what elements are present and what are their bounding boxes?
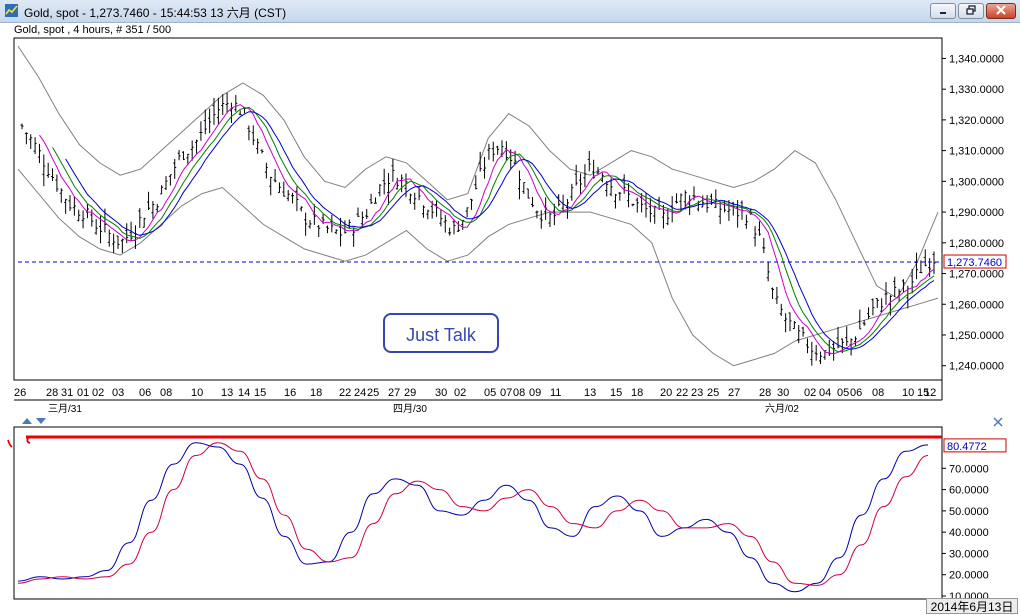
time-tick-label: 27 bbox=[388, 387, 400, 399]
price-tick-label: 1,340.0000 bbox=[949, 53, 1004, 65]
price-tick-label: 1,310.0000 bbox=[949, 146, 1004, 158]
just-talk-annotation[interactable]: Just Talk bbox=[383, 313, 499, 353]
time-tick-label: 22 bbox=[339, 387, 351, 399]
oscillator-last-label: 80.4772 bbox=[947, 441, 987, 453]
bollinger-upper-band bbox=[17, 45, 939, 299]
time-tick-label: 13 bbox=[584, 387, 596, 399]
oscillator-tick-label: 50.0000 bbox=[949, 506, 989, 518]
oscillator-series-1 bbox=[17, 442, 929, 593]
time-tick-label: 10 bbox=[191, 387, 203, 399]
time-tick-label: 26 bbox=[14, 387, 26, 399]
oscillator-tick-label: 70.0000 bbox=[949, 463, 989, 475]
time-tick-label: 24 bbox=[354, 387, 366, 399]
time-tick-label: 23 bbox=[691, 387, 703, 399]
time-tick-label: 28 bbox=[759, 387, 771, 399]
time-tick-label: 22 bbox=[676, 387, 688, 399]
time-tick-label: 08 bbox=[513, 387, 525, 399]
time-tick-label: 11 bbox=[550, 387, 561, 399]
time-tick-label: 15 bbox=[917, 387, 929, 399]
time-tick-label: 06 bbox=[850, 387, 862, 399]
time-tick-label: 25 bbox=[707, 387, 719, 399]
time-tick-label: 15 bbox=[254, 387, 266, 399]
oscillator-tick-label: 40.0000 bbox=[949, 527, 989, 539]
price-tick-label: 1,290.0000 bbox=[949, 207, 1004, 219]
time-tick-label: 03 bbox=[112, 387, 124, 399]
time-tick-label: 18 bbox=[310, 387, 322, 399]
price-tick-label: 1,250.0000 bbox=[949, 330, 1004, 342]
oscillator-tick-label: 30.0000 bbox=[949, 548, 989, 560]
time-tick-label: 05 bbox=[837, 387, 849, 399]
time-tick-label: 31 bbox=[61, 387, 73, 399]
price-tick-label: 1,330.0000 bbox=[949, 84, 1004, 96]
time-tick-label: 29 bbox=[404, 387, 416, 399]
time-tick-label: 04 bbox=[819, 387, 831, 399]
price-tick-label: 1,270.0000 bbox=[949, 269, 1004, 281]
time-tick-label: 10 bbox=[902, 387, 914, 399]
oscillator-tick-label: 20.0000 bbox=[949, 570, 989, 582]
time-tick-label: 01 bbox=[77, 387, 89, 399]
time-tick-label: 08 bbox=[872, 387, 884, 399]
month-label: 三月/31 bbox=[48, 403, 82, 415]
price-tick-label: 1,260.0000 bbox=[949, 299, 1004, 311]
date-tooltip: 2014年6月13日 bbox=[926, 598, 1018, 614]
time-tick-label: 20 bbox=[660, 387, 672, 399]
oscillator-series-2 bbox=[17, 442, 929, 586]
time-tick-label: 27 bbox=[728, 387, 740, 399]
time-tick-label: 08 bbox=[160, 387, 172, 399]
scroll-up-arrow-icon[interactable] bbox=[22, 418, 32, 424]
time-tick-label: 13 bbox=[221, 387, 233, 399]
reference-level-hook bbox=[7, 437, 31, 448]
time-tick-label: 05 bbox=[484, 387, 496, 399]
panel-close-icon[interactable] bbox=[993, 417, 1003, 427]
time-tick-label: 25 bbox=[367, 387, 379, 399]
last-price-label: 1,273.7460 bbox=[947, 257, 1002, 269]
time-tick-label: 02 bbox=[804, 387, 816, 399]
price-tick-label: 1,240.0000 bbox=[949, 361, 1004, 373]
time-tick-label: 14 bbox=[238, 387, 250, 399]
price-tick-label: 1,280.0000 bbox=[949, 238, 1004, 250]
time-tick-label: 16 bbox=[284, 387, 296, 399]
time-tick-label: 18 bbox=[631, 387, 643, 399]
time-tick-label: 06 bbox=[139, 387, 151, 399]
time-tick-label: 02 bbox=[92, 387, 104, 399]
time-tick-label: 09 bbox=[529, 387, 541, 399]
scroll-down-arrow-icon[interactable] bbox=[36, 418, 46, 424]
time-tick-label: 02 bbox=[454, 387, 466, 399]
chart-canvas[interactable]: 1,273.7460 1,240.0000 1,250.0000 1,260.000… bbox=[0, 0, 1020, 615]
price-tick-label: 1,320.0000 bbox=[949, 115, 1004, 127]
oscillator-tick-label: 60.0000 bbox=[949, 485, 989, 497]
month-label: 四月/30 bbox=[393, 403, 427, 415]
oscillator-panel-frame bbox=[13, 426, 943, 600]
time-tick-label: 07 bbox=[500, 387, 512, 399]
time-tick-label: 15 bbox=[610, 387, 622, 399]
month-label: 六月/02 bbox=[765, 403, 799, 415]
time-tick-label: 30 bbox=[435, 387, 447, 399]
price-tick-label: 1,300.0000 bbox=[949, 176, 1004, 188]
time-tick-label: 30 bbox=[777, 387, 789, 399]
time-tick-label: 28 bbox=[46, 387, 58, 399]
